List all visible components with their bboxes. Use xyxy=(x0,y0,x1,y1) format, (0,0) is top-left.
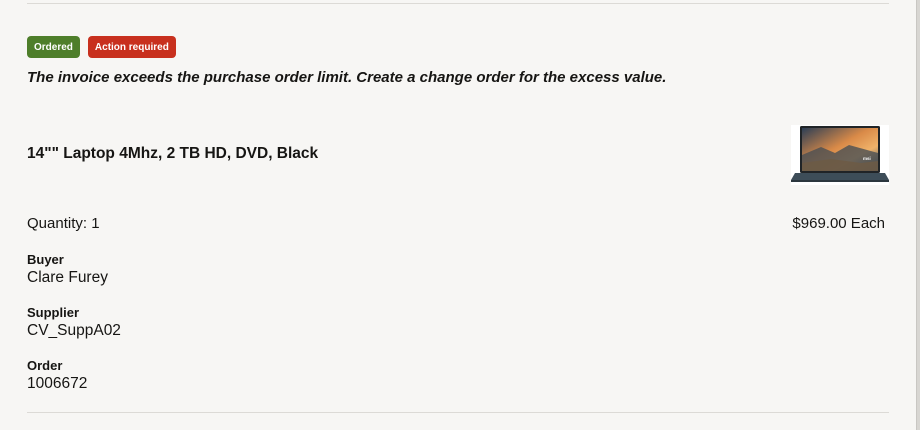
ordered-status-badge: Ordered xyxy=(27,36,80,58)
order-field: Order 1006672 xyxy=(27,358,87,394)
status-badges: Ordered Action required xyxy=(27,36,176,58)
unit-price: $969.00 Each xyxy=(792,215,885,232)
laptop-thumbnail[interactable]: msi xyxy=(791,125,889,185)
supplier-label: Supplier xyxy=(27,305,80,320)
buyer-value: Clare Furey xyxy=(27,269,108,286)
laptop-image-icon: msi xyxy=(791,125,889,185)
action-required-badge: Action required xyxy=(87,36,176,58)
order-line-panel: Ordered Action required The invoice exce… xyxy=(0,0,917,430)
buyer-field: Buyer Clare Furey xyxy=(27,252,108,288)
quantity-text: Quantity: 1 xyxy=(27,215,100,232)
order-label: Order xyxy=(27,358,63,373)
top-divider xyxy=(27,3,889,4)
order-number: 1006672 xyxy=(27,375,88,392)
svg-text:msi: msi xyxy=(863,156,871,161)
buyer-label: Buyer xyxy=(27,252,64,267)
bottom-divider xyxy=(27,412,889,413)
item-title[interactable]: 14"" Laptop 4Mhz, 2 TB HD, DVD, Black xyxy=(27,145,318,163)
invoice-warning-message: The invoice exceeds the purchase order l… xyxy=(27,69,667,86)
supplier-field: Supplier CV_SuppA02 xyxy=(27,305,121,341)
supplier-value: CV_SuppA02 xyxy=(27,322,121,339)
